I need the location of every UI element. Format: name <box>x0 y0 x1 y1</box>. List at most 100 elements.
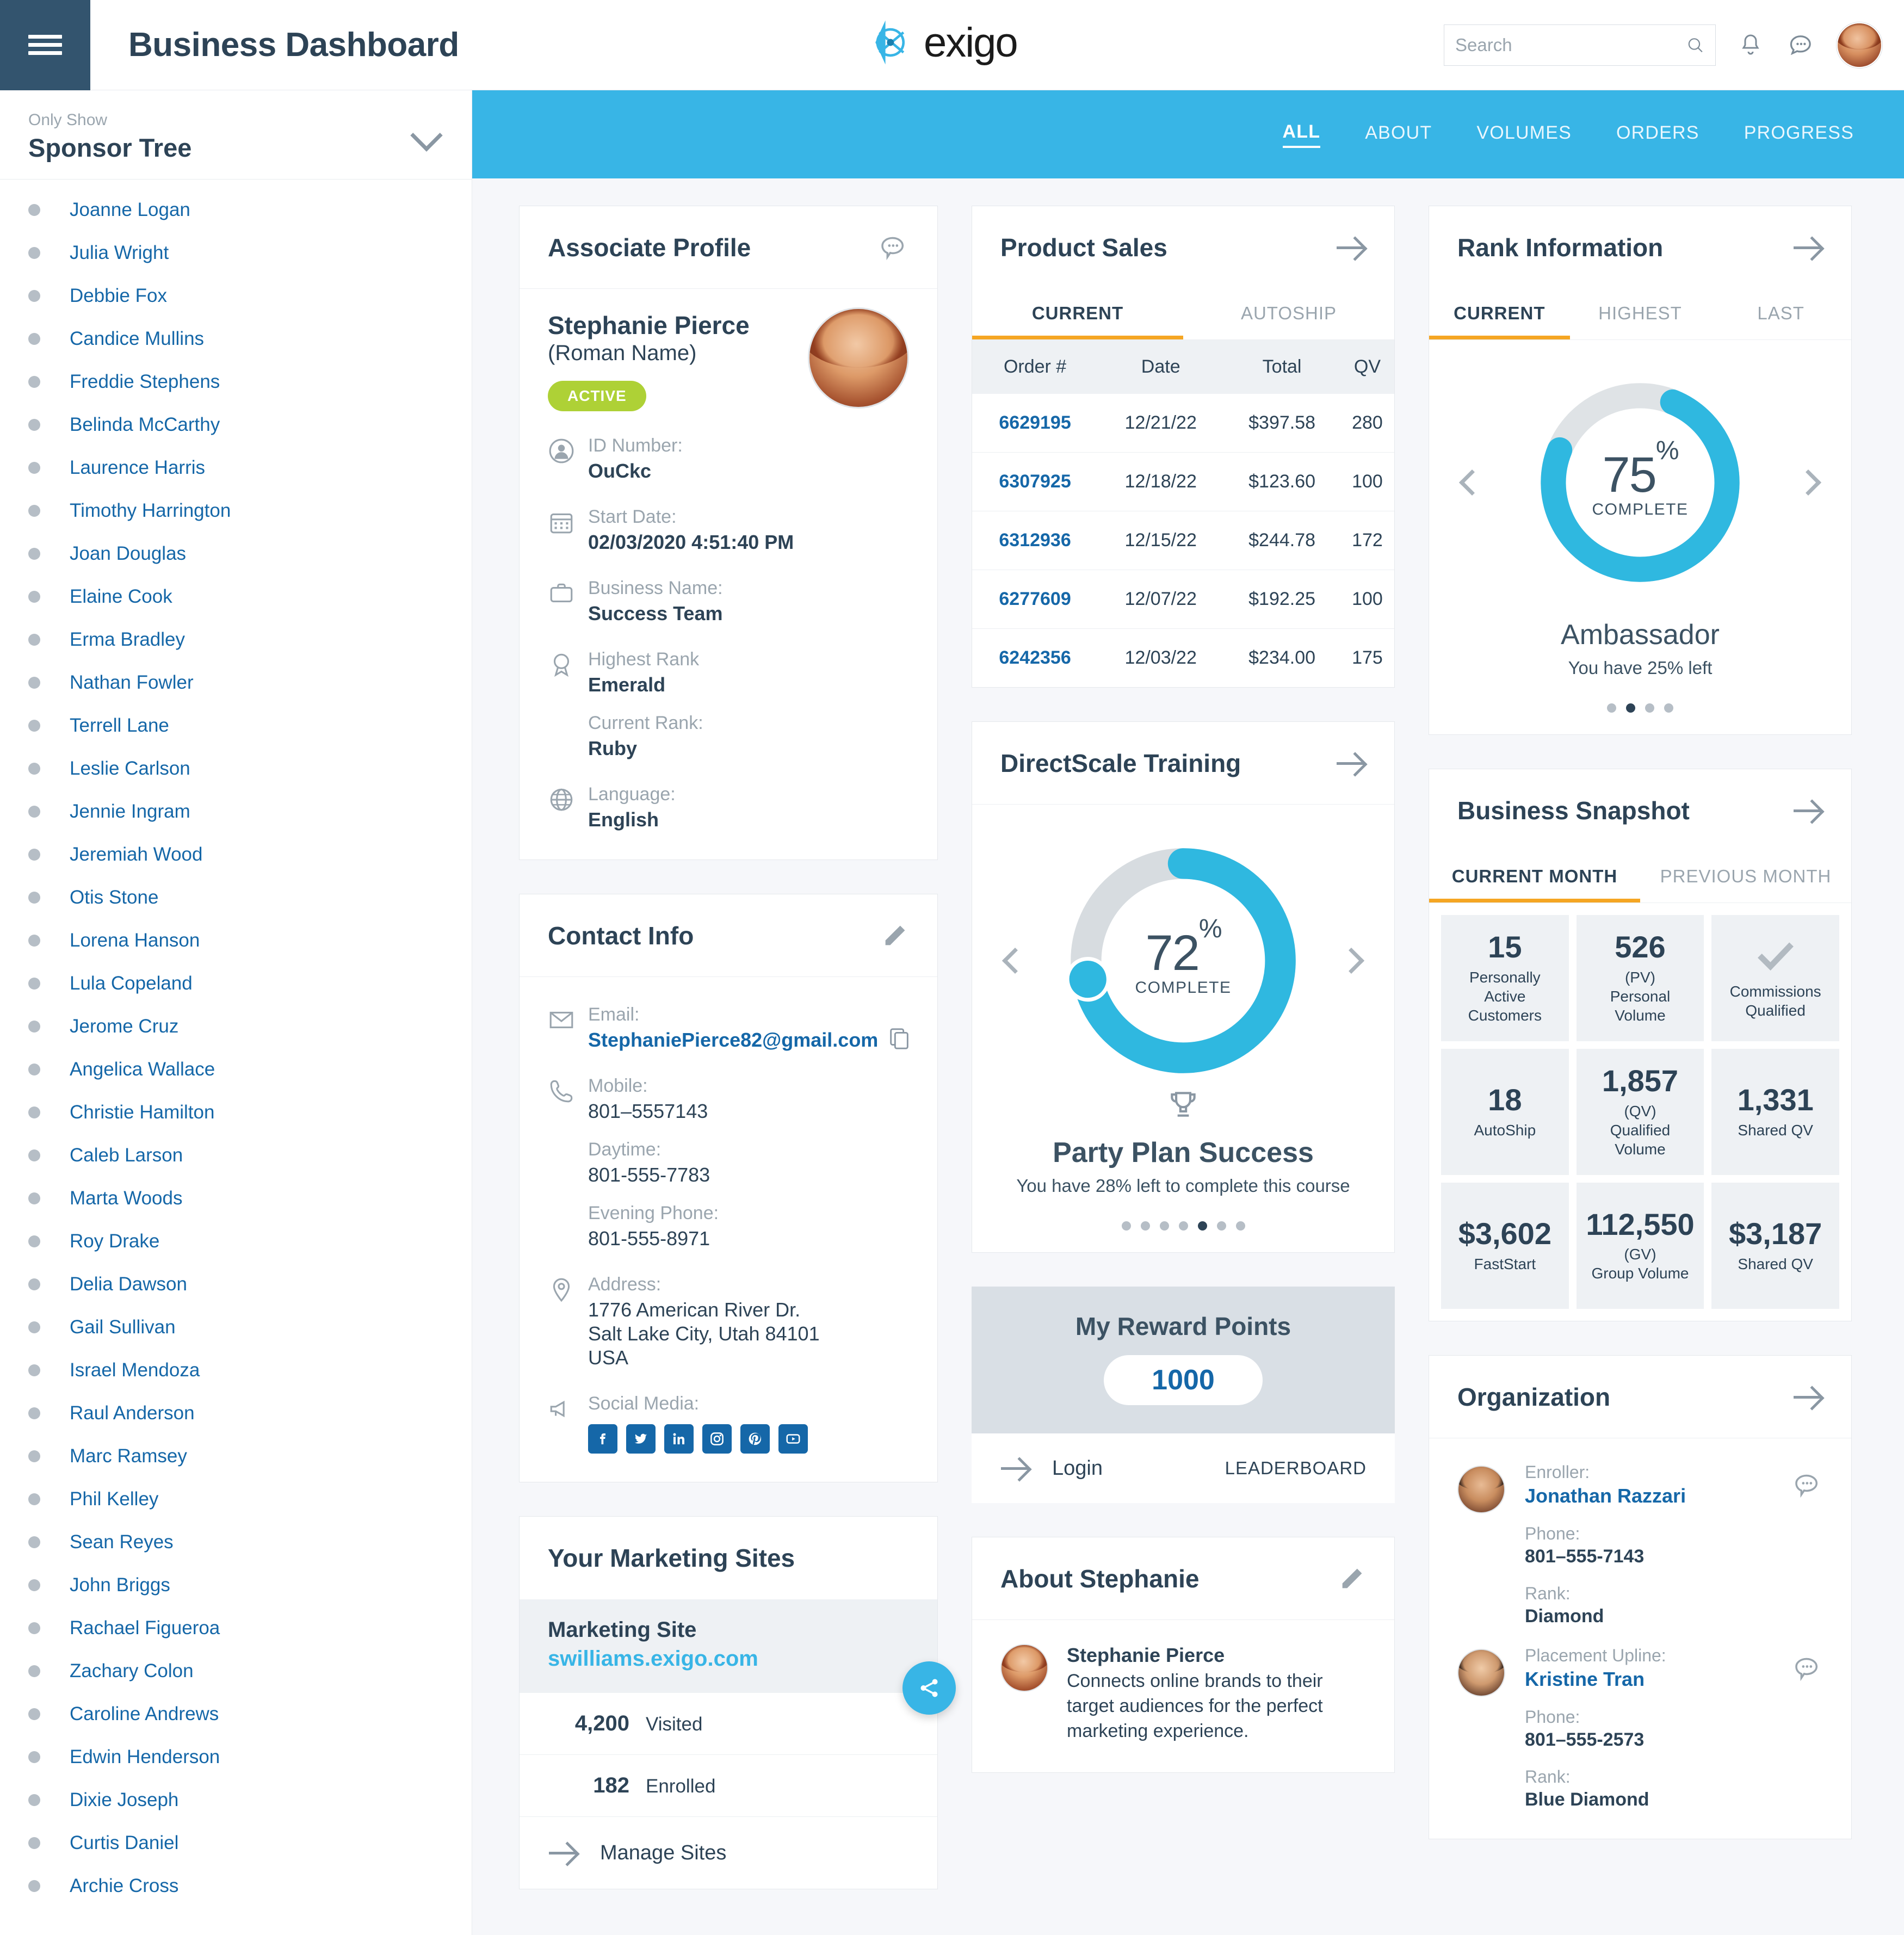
sidebar-tree-item[interactable]: Debbie Fox <box>0 274 472 317</box>
tab-rank-last[interactable]: LAST <box>1710 289 1851 339</box>
edit-pencil-icon[interactable] <box>1338 1565 1366 1593</box>
tab-rank-current[interactable]: CURRENT <box>1429 289 1570 339</box>
sidebar-tree-item[interactable]: Delia Dawson <box>0 1263 472 1306</box>
product-sales-arrow-icon[interactable] <box>1336 232 1366 263</box>
carousel-dot[interactable] <box>1216 1221 1226 1231</box>
sidebar-tree-item[interactable]: Rachael Figueroa <box>0 1606 472 1649</box>
sidebar-tree-item[interactable]: Lorena Hanson <box>0 919 472 962</box>
search-box[interactable] <box>1444 24 1716 66</box>
sidebar-tree-item[interactable]: Phil Kelley <box>0 1477 472 1520</box>
sidebar-tree-item[interactable]: Belinda McCarthy <box>0 403 472 446</box>
instagram-icon[interactable] <box>702 1424 732 1454</box>
carousel-dot[interactable] <box>1197 1221 1207 1231</box>
cell-order[interactable]: 6242356 <box>972 629 1098 688</box>
chat-icon[interactable] <box>1788 31 1816 59</box>
rank-prev-button[interactable] <box>1458 469 1486 496</box>
sidebar-tree-item[interactable]: Erma Bradley <box>0 618 472 661</box>
sidebar-tree-item[interactable]: Gail Sullivan <box>0 1306 472 1349</box>
carousel-dot[interactable] <box>1664 703 1673 713</box>
sidebar-tree-item[interactable]: Laurence Harris <box>0 446 472 489</box>
marketing-site-url[interactable]: swilliams.exigo.com <box>548 1647 909 1671</box>
sidebar-tree-item[interactable]: Archie Cross <box>0 1864 472 1907</box>
reward-login-link[interactable]: Login <box>1052 1457 1103 1480</box>
tab-current-month[interactable]: CURRENT MONTH <box>1429 852 1640 902</box>
bell-icon[interactable] <box>1738 32 1764 58</box>
sidebar-tree-item[interactable]: Joanne Logan <box>0 188 472 231</box>
tab-current[interactable]: CURRENT <box>972 289 1183 339</box>
copy-icon[interactable] <box>887 1026 912 1051</box>
sidebar-tree-item[interactable]: Edwin Henderson <box>0 1735 472 1778</box>
chat-bubble-icon[interactable] <box>1792 1653 1823 1684</box>
sidebar-tree-item[interactable]: Caroline Andrews <box>0 1692 472 1735</box>
enroller-name[interactable]: Jonathan Razzari <box>1525 1485 1782 1507</box>
tab-rank-highest[interactable]: HIGHEST <box>1570 289 1711 339</box>
sidebar-tree-item[interactable]: Angelica Wallace <box>0 1048 472 1091</box>
rank-information-arrow-icon[interactable] <box>1792 232 1823 263</box>
cell-order[interactable]: 6277609 <box>972 570 1098 629</box>
tab-progress[interactable]: PROGRESS <box>1744 122 1854 147</box>
sidebar-tree-item[interactable]: Leslie Carlson <box>0 747 472 790</box>
pinterest-icon[interactable] <box>740 1424 770 1454</box>
carousel-dot[interactable] <box>1159 1221 1169 1231</box>
sidebar-tree-item[interactable]: Lula Copeland <box>0 962 472 1005</box>
business-snapshot-arrow-icon[interactable] <box>1792 795 1823 826</box>
sidebar-tree-item[interactable]: Jennie Ingram <box>0 790 472 833</box>
sidebar-tree-item[interactable]: Timothy Harrington <box>0 489 472 532</box>
notifications-button[interactable] <box>1734 29 1767 61</box>
sidebar-tree-item[interactable]: Dixie Joseph <box>0 1778 472 1821</box>
rank-next-button[interactable] <box>1795 469 1822 496</box>
twitter-icon[interactable] <box>626 1424 656 1454</box>
share-icon[interactable] <box>917 1676 942 1701</box>
sidebar-tree-item[interactable]: Christie Hamilton <box>0 1091 472 1134</box>
tab-about[interactable]: ABOUT <box>1365 122 1432 147</box>
carousel-dot[interactable] <box>1121 1221 1131 1231</box>
sidebar-tree-item[interactable]: Sean Reyes <box>0 1520 472 1563</box>
carousel-dot[interactable] <box>1178 1221 1188 1231</box>
upline-name[interactable]: Kristine Tran <box>1525 1668 1782 1691</box>
tab-all[interactable]: ALL <box>1282 121 1321 148</box>
carousel-dot[interactable] <box>1140 1221 1150 1231</box>
sidebar-tree-item[interactable]: Jerome Cruz <box>0 1005 472 1048</box>
sidebar-tree-item[interactable]: Terrell Lane <box>0 704 472 747</box>
user-avatar[interactable] <box>1837 22 1882 68</box>
sidebar-tree-item[interactable]: Roy Drake <box>0 1220 472 1263</box>
share-button[interactable] <box>902 1661 956 1715</box>
sidebar-tree-item[interactable]: Otis Stone <box>0 876 472 919</box>
tab-previous-month[interactable]: PREVIOUS MONTH <box>1640 852 1851 902</box>
carousel-dot[interactable] <box>1645 703 1654 713</box>
sidebar-tree-item[interactable]: Nathan Fowler <box>0 661 472 704</box>
linkedin-icon[interactable] <box>664 1424 694 1454</box>
messages-button[interactable] <box>1785 29 1818 61</box>
tab-autoship[interactable]: AUTOSHIP <box>1183 289 1394 339</box>
search-icon[interactable] <box>1686 34 1704 57</box>
cell-order[interactable]: 6629195 <box>972 394 1098 453</box>
chat-bubble-icon[interactable] <box>1792 1470 1823 1500</box>
training-prev-button[interactable] <box>1002 947 1029 974</box>
sidebar-tree-item[interactable]: Freddie Stephens <box>0 360 472 403</box>
sidebar-tree-item[interactable]: Jeremiah Wood <box>0 833 472 876</box>
facebook-icon[interactable] <box>588 1424 617 1454</box>
tab-orders[interactable]: ORDERS <box>1616 122 1699 147</box>
sidebar-tree-item[interactable]: Raul Anderson <box>0 1392 472 1435</box>
sidebar-tree-item[interactable]: Marta Woods <box>0 1177 472 1220</box>
sidebar-tree-item[interactable]: Zachary Colon <box>0 1649 472 1692</box>
sidebar-tree-item[interactable]: John Briggs <box>0 1563 472 1606</box>
cell-order[interactable]: 6307925 <box>972 452 1098 511</box>
training-arrow-icon[interactable] <box>1336 748 1366 778</box>
carousel-dot[interactable] <box>1607 703 1616 713</box>
carousel-dot[interactable] <box>1235 1221 1245 1231</box>
sidebar-tree-item[interactable]: Israel Mendoza <box>0 1349 472 1392</box>
email-value[interactable]: StephaniePierce82@gmail.com <box>588 1029 878 1052</box>
training-next-button[interactable] <box>1338 947 1365 974</box>
search-input[interactable] <box>1455 35 1686 55</box>
chat-bubble-icon[interactable] <box>879 232 909 263</box>
tab-volumes[interactable]: VOLUMES <box>1476 122 1572 147</box>
leaderboard-link[interactable]: LEADERBOARD <box>1225 1458 1367 1479</box>
sponsor-tree-selector[interactable]: Only Show Sponsor Tree <box>0 90 472 180</box>
sidebar-tree-item[interactable]: Caleb Larson <box>0 1134 472 1177</box>
carousel-dot[interactable] <box>1626 703 1635 713</box>
manage-sites-button[interactable]: Manage Sites <box>520 1817 937 1889</box>
cell-order[interactable]: 6312936 <box>972 511 1098 570</box>
sidebar-tree-item[interactable]: Elaine Cook <box>0 575 472 618</box>
organization-arrow-icon[interactable] <box>1792 1382 1823 1412</box>
